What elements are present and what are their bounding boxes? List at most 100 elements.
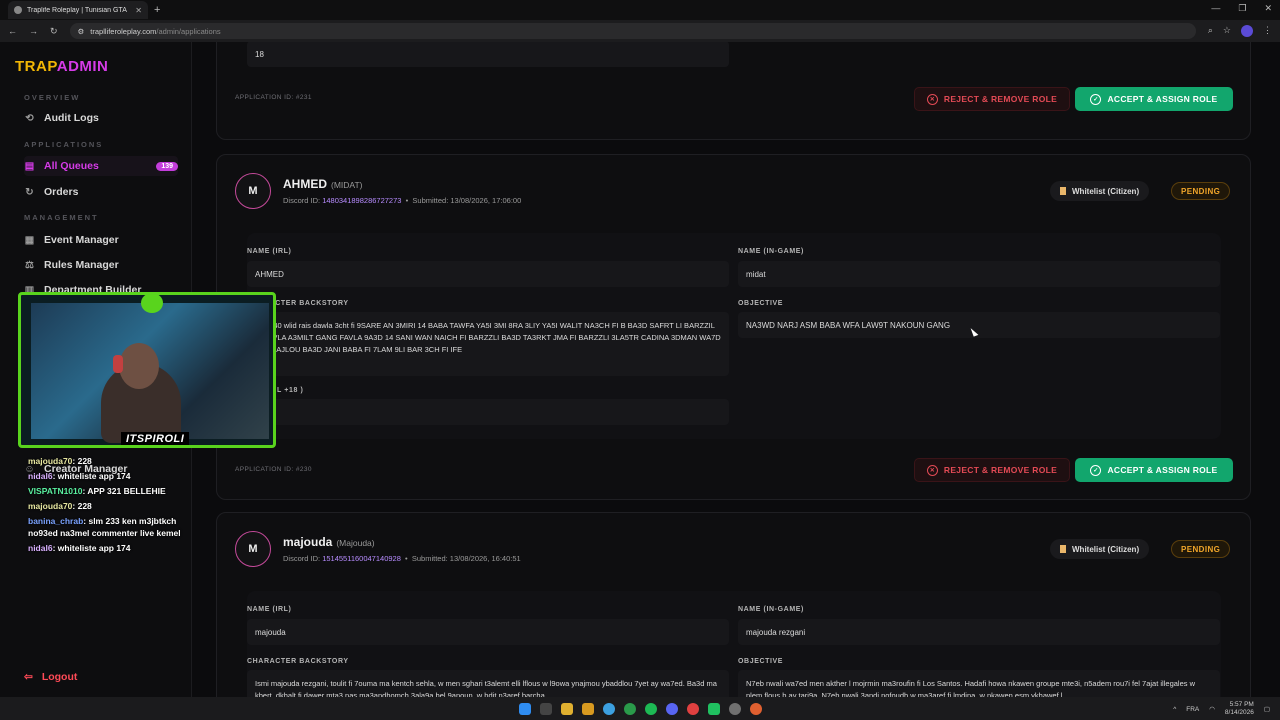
bookmark-star-icon[interactable]: ☆: [1223, 25, 1231, 37]
brand-logo[interactable]: TRAPADMIN: [15, 58, 108, 75]
logout-button[interactable]: ⇦ Logout: [24, 671, 77, 683]
lang-indicator[interactable]: FRA: [1186, 706, 1199, 713]
calendar-icon: ▦: [24, 234, 35, 246]
wifi-icon[interactable]: ◠: [1209, 705, 1215, 713]
menu-icon[interactable]: ⋮: [1263, 25, 1272, 37]
stream-chat-overlay: majouda70: 228 nidal6: whiteliste app 17…: [28, 455, 198, 557]
minimize-icon[interactable]: —: [1211, 3, 1220, 14]
sidebar-item-label: Rules Manager: [44, 259, 119, 271]
webcam-name-label: ITSPIROLI: [121, 432, 190, 445]
streamer-logo-icon: [141, 295, 163, 313]
discord-label: Discord ID:: [283, 196, 321, 205]
close-window-icon[interactable]: ✕: [1264, 3, 1272, 14]
chrome-icon[interactable]: [602, 702, 615, 715]
submitted-date: Submitted: 13/08/2026, 17:06:00: [412, 196, 522, 205]
applicant-name-text: AHMED: [283, 177, 327, 191]
sidebar-item-label: All Queues: [44, 160, 99, 172]
chat-message: majouda70: 228: [28, 455, 198, 467]
url-path: /admin/applications: [156, 26, 221, 36]
applicant-alias: (Majouda): [336, 538, 375, 548]
file-explorer-icon[interactable]: [560, 702, 573, 715]
zoom-icon[interactable]: ⌕: [1208, 25, 1213, 37]
spotify-icon[interactable]: [644, 702, 657, 715]
applicant-meta: Discord ID: 1480341898286727273 • Submit…: [283, 196, 522, 205]
new-tab-icon[interactable]: +: [154, 4, 160, 16]
maximize-icon[interactable]: ❐: [1238, 3, 1246, 14]
reject-label: REJECT & REMOVE ROLE: [943, 465, 1058, 475]
reject-button[interactable]: ✕ REJECT & REMOVE ROLE: [914, 458, 1070, 482]
reload-icon[interactable]: ↻: [50, 26, 58, 37]
folder-icon[interactable]: [581, 702, 594, 715]
brand-part-admin: ADMIN: [56, 58, 109, 75]
discord-icon[interactable]: [665, 702, 678, 715]
headphones-icon: [113, 355, 123, 373]
site-info-icon[interactable]: ⚙: [78, 27, 85, 36]
back-icon[interactable]: ←: [8, 26, 17, 36]
clock-date: 8/14/2026: [1224, 709, 1254, 716]
search-icon[interactable]: [539, 702, 552, 715]
name-ingame-field: midat: [738, 261, 1220, 287]
name-irl-field: majouda: [247, 619, 729, 645]
accept-label: ACCEPT & ASSIGN ROLE: [1107, 465, 1218, 475]
applicant-meta: Discord ID: 1514551160047140928 • Submit…: [283, 554, 521, 563]
profile-avatar[interactable]: [1241, 25, 1253, 37]
sidebar-item-orders[interactable]: ↻ Orders: [24, 182, 178, 202]
name-irl-field: AHMED: [247, 261, 729, 287]
main-content: 18 APPLICATION ID: #231 ✕ REJECT & REMOVE…: [192, 42, 1280, 697]
accept-button[interactable]: ✓ ACCEPT & ASSIGN ROLE: [1075, 458, 1233, 482]
url-domain: traplliferoleplay.com: [90, 26, 157, 36]
discord-label: Discord ID:: [283, 554, 321, 563]
chat-user: banina_chrab: [28, 516, 84, 526]
app-icon[interactable]: [686, 702, 699, 715]
sidebar-item-all-queues[interactable]: ▤ All Queues 139: [24, 156, 178, 176]
clock[interactable]: 5:57 PM 8/14/2026: [1225, 701, 1254, 717]
media-icon[interactable]: [707, 702, 720, 715]
document-icon: ▤: [24, 160, 35, 172]
field-value: 18: [247, 42, 729, 67]
sidebar-item-rules-manager[interactable]: ⚖ Rules Manager: [24, 255, 178, 275]
forward-icon[interactable]: →: [29, 26, 38, 36]
logout-label: Logout: [41, 671, 78, 683]
app2-icon[interactable]: [728, 702, 741, 715]
sidebar-item-audit-logs[interactable]: ⟲ Audit Logs: [24, 108, 178, 128]
accept-button[interactable]: ✓ ACCEPT & ASSIGN ROLE: [1075, 87, 1233, 111]
applicant-name: AHMED (MIDAT): [283, 177, 362, 191]
discord-id[interactable]: 1480341898286727273: [322, 196, 401, 205]
label-name-ingame: NAME (IN-GAME): [738, 248, 804, 255]
label-objective: OBJECTIVE: [738, 300, 784, 307]
application-card-229: M majouda (Majouda) Discord ID: 151455116…: [216, 512, 1251, 697]
age-field: [247, 399, 729, 425]
close-tab-icon[interactable]: ✕: [135, 6, 142, 15]
objective-field: N7eb nwali wa7ed men akther l mojrmin ma…: [738, 670, 1220, 697]
section-management: MANAGEMENT: [24, 213, 99, 222]
chevron-up-icon[interactable]: ^: [1173, 706, 1176, 713]
clock-time: 5:57 PM: [1229, 701, 1254, 708]
chrome-alt-icon[interactable]: [623, 702, 636, 715]
check-circle-icon: ✓: [1090, 93, 1102, 105]
webcam-video: [31, 303, 269, 443]
application-id: APPLICATION ID: #230: [235, 466, 312, 473]
brand-part-trap: TRAP: [15, 58, 57, 75]
label-objective: OBJECTIVE: [738, 658, 784, 665]
label-name-irl: NAME (IRL): [247, 248, 292, 255]
browser-tab[interactable]: Traplife Roleplay | Tunisian GTA ✕: [8, 1, 148, 19]
reject-button[interactable]: ✕ REJECT & REMOVE ROLE: [914, 87, 1070, 111]
sidebar-item-event-manager[interactable]: ▦ Event Manager: [24, 230, 178, 250]
chat-user: nidal6: [28, 471, 53, 481]
start-icon[interactable]: [518, 702, 531, 715]
notifications-icon[interactable]: ▢: [1264, 705, 1270, 713]
chat-user: majouda70: [28, 501, 73, 511]
chat-user: nidal6: [28, 543, 53, 553]
application-card-231: 18 APPLICATION ID: #231 ✕ REJECT & REMOVE…: [216, 42, 1251, 140]
streamer-head: [119, 343, 159, 389]
applicant-name-text: majouda: [283, 535, 333, 549]
url-input[interactable]: ⚙ traplliferoleplay.com/admin/applicatio…: [69, 23, 1196, 39]
tab-title: Traplife Roleplay | Tunisian GTA: [27, 6, 127, 14]
discord-id[interactable]: 1514551160047140928: [322, 554, 401, 563]
chat-message: banina_chrab: slm 233 ken m3jbtkch no93e…: [28, 515, 198, 539]
applicant-alias: (MIDAT): [331, 180, 363, 190]
status-badge: PENDING: [1171, 182, 1231, 200]
label-age: L +18 ): [277, 387, 304, 394]
chrome-active-icon[interactable]: [749, 702, 762, 715]
logout-icon: ⇦: [24, 671, 33, 683]
